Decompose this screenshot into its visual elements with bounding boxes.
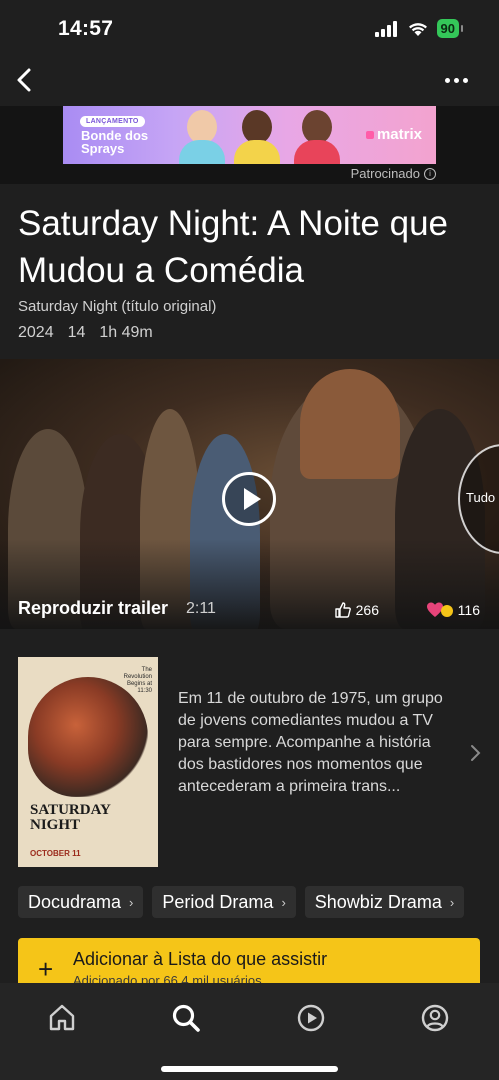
poster-title: SATURDAY NIGHT [30, 802, 111, 833]
chevron-right-icon: › [281, 894, 286, 910]
plus-icon: + [38, 954, 54, 984]
play-circle-icon [297, 1004, 325, 1032]
tab-home[interactable] [37, 993, 87, 1043]
heart-icon [426, 602, 453, 617]
plot-summary[interactable]: Em 11 de outubro de 1975, um grupo de jo… [178, 688, 444, 798]
status-bar: 14:57 90 [0, 0, 499, 56]
chevron-right-icon [471, 745, 481, 761]
chevron-left-icon [17, 68, 31, 92]
sponsored-label[interactable]: Patrocinado i [351, 166, 436, 181]
ad-person-image [228, 106, 286, 164]
battery-indicator: 90 [436, 19, 464, 38]
age-rating: 14 [67, 324, 86, 341]
ad-title: Bonde dos Sprays [81, 128, 149, 156]
all-videos-label: Tudo [466, 490, 496, 505]
tab-profile[interactable] [410, 993, 460, 1043]
ad-brand-logo: matrix [366, 126, 422, 143]
title-block: Saturday Night: A Noite que Mudou a Comé… [18, 200, 488, 342]
ad-person-image [288, 106, 346, 164]
nav-bar [0, 56, 499, 106]
original-title: Saturday Night (título original) [18, 298, 217, 315]
like-count: 266 [355, 602, 379, 618]
status-time: 14:57 [58, 17, 114, 40]
love-reaction[interactable]: 116 [426, 602, 480, 618]
ad-pill: LANÇAMENTO [80, 116, 145, 127]
overview-section: The Revolution Begins at 11:30 SATURDAY … [18, 657, 488, 869]
movie-meta: 2024 14 1h 49m [18, 324, 488, 342]
trailer-label[interactable]: Reproduzir trailer [18, 598, 168, 619]
play-trailer-button[interactable] [222, 472, 276, 526]
profile-icon [421, 1004, 449, 1032]
ad-banner[interactable]: LANÇAMENTO Bonde dos Sprays matrix [63, 106, 436, 164]
tab-videos[interactable] [286, 993, 336, 1043]
ad-area: LANÇAMENTO Bonde dos Sprays matrix Patro… [0, 106, 499, 184]
watchlist-label: Adicionar à Lista do que assistir [73, 949, 328, 969]
tab-search[interactable] [161, 993, 211, 1043]
back-button[interactable] [10, 62, 40, 98]
ellipsis-icon [445, 77, 450, 83]
signal-icon [374, 20, 397, 37]
release-year: 2024 [18, 324, 54, 341]
page-title: Saturday Night: A Noite que Mudou a Comé… [18, 204, 448, 290]
info-icon: i [424, 167, 436, 180]
love-count: 116 [457, 602, 480, 618]
runtime: 1h 49m [99, 324, 153, 341]
search-icon [172, 1004, 200, 1032]
wifi-icon [408, 22, 427, 36]
movie-poster[interactable]: The Revolution Begins at 11:30 SATURDAY … [18, 657, 158, 867]
like-reaction[interactable]: 266 [334, 602, 379, 618]
genre-chip-period-drama[interactable]: Period Drama › [152, 886, 296, 918]
home-indicator [161, 1066, 338, 1072]
trailer-duration: 2:11 [186, 600, 216, 617]
trailer-player[interactable]: Tudo Reproduzir trailer 2:11 266 116 [0, 359, 499, 629]
plot-expand-button[interactable] [468, 743, 482, 763]
genre-chips: Docudrama › Period Drama › Showbiz Drama › [18, 886, 499, 920]
thumbs-up-icon [334, 602, 351, 618]
genre-chip-docudrama[interactable]: Docudrama › [18, 886, 144, 918]
status-icons: 90 [374, 19, 464, 38]
poster-date: OCTOBER 11 [30, 849, 81, 858]
home-icon [49, 1004, 75, 1031]
poster-tagline: The Revolution Begins at 11:30 [123, 667, 152, 694]
bottom-tab-bar [0, 983, 499, 1080]
more-options-button[interactable] [445, 70, 471, 90]
ad-person-image [173, 106, 231, 164]
genre-chip-showbiz-drama[interactable]: Showbiz Drama › [304, 886, 465, 918]
poster-artwork [28, 677, 148, 797]
chevron-right-icon: › [129, 894, 134, 910]
chevron-right-icon: › [449, 894, 455, 910]
